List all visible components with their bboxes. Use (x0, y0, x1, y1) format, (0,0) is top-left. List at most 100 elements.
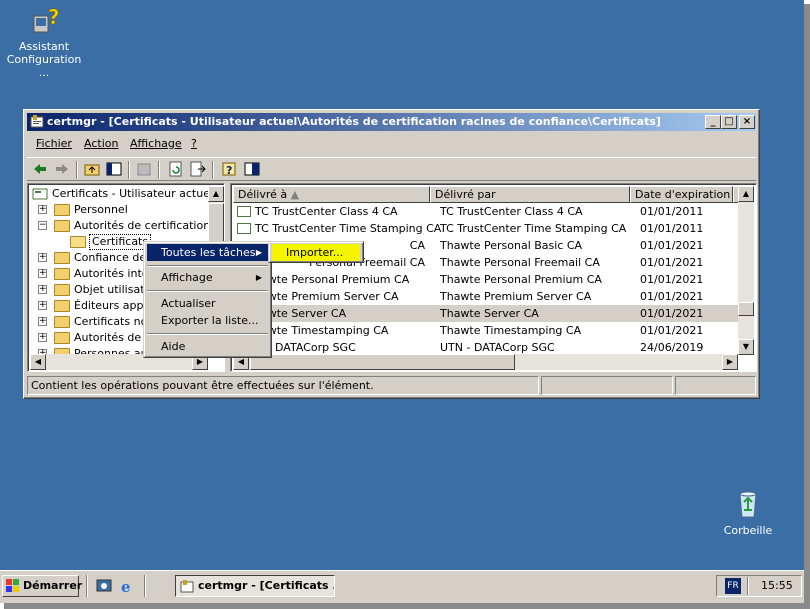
maximize-button[interactable]: □ (721, 115, 737, 129)
expand-plus-icon[interactable]: + (38, 269, 47, 278)
list-horizontal-scrollbar[interactable]: ◀ ▶ (233, 354, 738, 370)
menu-item-importer[interactable]: Importer... (272, 244, 360, 261)
window-titlebar[interactable]: certmgr - [Certificats - Utilisateur act… (27, 113, 756, 131)
folder-icon (54, 204, 70, 216)
tree-item-autorites-racines[interactable]: − Autorités de certification raci (38, 218, 224, 234)
minimize-button[interactable]: _ (705, 115, 721, 129)
language-indicator[interactable]: FR (725, 578, 741, 594)
menu-item-actualiser[interactable]: Actualiser (147, 295, 268, 312)
submenu: Importer... (268, 241, 364, 263)
system-tray: FR 15:55 (716, 575, 802, 597)
menu-help[interactable]: ? (191, 137, 197, 150)
menu-item-toutes-les-taches[interactable]: Toutes les tâches ▶ (147, 244, 268, 261)
folder-icon (54, 332, 70, 344)
menu-item-exporter-liste[interactable]: Exporter la liste... (147, 312, 268, 329)
expand-plus-icon[interactable]: + (38, 253, 47, 262)
desktop-icon-assistant[interactable]: ? Assistant Configuration ... (2, 4, 86, 79)
desktop-quicklaunch-icon[interactable] (96, 578, 112, 594)
table-row[interactable]: awte Personal Premium CA Thawte Personal … (233, 271, 733, 288)
menu-item-affichage[interactable]: Affichage ▶ (147, 269, 268, 286)
toolbar-separator (128, 161, 130, 179)
column-header-delivre-a[interactable]: Délivré à ▲ (233, 186, 430, 203)
menu-affichage[interactable]: Affichage (130, 137, 182, 150)
export-list-icon[interactable] (189, 161, 207, 177)
certmgr-window: certmgr - [Certificats - Utilisateur act… (23, 109, 760, 399)
toolbar-separator (76, 161, 78, 179)
scroll-down-button[interactable]: ▼ (738, 339, 754, 355)
desktop-icon-recycle[interactable]: Corbeille (718, 488, 778, 537)
scroll-right-button[interactable]: ▶ (722, 354, 738, 370)
status-panel (675, 376, 756, 395)
close-button[interactable]: × (739, 115, 755, 129)
desktop-icon-label: Assistant Configuration ... (6, 40, 82, 79)
screen-shadow (804, 4, 810, 609)
tree-item-personnel[interactable]: + Personnel (38, 202, 224, 218)
submenu-arrow-icon: ▶ (255, 248, 262, 257)
expand-plus-icon[interactable]: + (38, 205, 47, 214)
windows-logo-icon (6, 579, 19, 592)
taskbar-separator (86, 575, 88, 597)
start-button[interactable]: Démarrer (2, 575, 82, 597)
column-header-date-expiration[interactable]: Date d'expiration (630, 186, 733, 203)
sort-ascending-icon: ▲ (290, 188, 300, 201)
folder-icon (54, 268, 70, 280)
scroll-thumb[interactable] (208, 203, 224, 243)
menu-fichier[interactable]: Fichier (36, 137, 72, 150)
menu-item-aide[interactable]: Aide (147, 338, 268, 355)
scroll-thumb[interactable] (250, 354, 515, 370)
table-row[interactable]: TC TrustCenter Time Stamping CA TC TrustC… (233, 220, 733, 237)
expand-plus-icon[interactable]: + (38, 301, 47, 310)
forward-arrow-icon[interactable] (53, 161, 71, 177)
folder-icon (54, 252, 70, 264)
menu-action[interactable]: Action (84, 137, 118, 150)
table-row[interactable]: awte Timestamping CA Thawte Timestamping … (233, 322, 733, 339)
table-row[interactable]: TC TrustCenter Class 4 CA TC TrustCenter … (233, 203, 733, 220)
context-menu: Toutes les tâches ▶ Affichage ▶ Actualiser… (143, 241, 272, 358)
help-icon[interactable]: ? (221, 161, 239, 177)
clock: 15:55 (761, 579, 793, 592)
folder-icon (54, 220, 70, 232)
table-row[interactable]: awte Premium Server CA Thawte Premium Ser… (233, 288, 733, 305)
back-arrow-icon[interactable] (31, 161, 49, 177)
status-panel (541, 376, 673, 395)
desktop: ? Assistant Configuration ... Corbeille … (0, 0, 804, 570)
expand-plus-icon[interactable]: + (38, 285, 47, 294)
toolbar: ? (27, 157, 756, 181)
menubar: Fichier Action Affichage ? (27, 134, 756, 154)
scroll-up-button[interactable]: ▲ (738, 186, 754, 202)
collapse-minus-icon[interactable]: − (38, 221, 47, 230)
svg-text:e: e (121, 578, 131, 594)
screen-shadow (4, 603, 810, 609)
submenu-arrow-icon: ▶ (255, 273, 262, 282)
assistant-configuration-icon: ? (28, 4, 60, 36)
folder-icon (54, 300, 70, 312)
status-text: Contient les opérations pouvant être eff… (27, 376, 539, 395)
refresh-icon[interactable] (167, 161, 185, 177)
menu-separator (147, 290, 268, 292)
internet-explorer-icon[interactable]: e (120, 578, 136, 596)
toolbar-separator (158, 161, 160, 179)
list-vertical-scrollbar[interactable]: ▲ ▼ (738, 186, 754, 355)
tree-root-label: Certificats - Utilisateur actuel (52, 187, 214, 200)
scroll-up-button[interactable]: ▲ (208, 186, 224, 202)
menu-separator (147, 333, 268, 335)
desktop-icon-label: Corbeille (723, 524, 773, 537)
expand-plus-icon[interactable]: + (38, 333, 47, 342)
expand-plus-icon[interactable]: + (38, 317, 47, 326)
certificate-icon (237, 223, 251, 234)
certmgr-app-icon (180, 580, 194, 593)
tray-separator (747, 577, 749, 595)
certificate-store-icon (32, 188, 48, 200)
up-folder-icon[interactable] (83, 161, 101, 177)
scroll-thumb[interactable] (738, 302, 754, 316)
taskbar: Démarrer e certmgr - [Certificats ... FR… (0, 570, 804, 603)
delete-icon[interactable] (135, 161, 153, 177)
show-tree-icon[interactable] (105, 161, 123, 177)
taskbar-button-certmgr[interactable]: certmgr - [Certificats ... (175, 575, 335, 597)
svg-text:?: ? (48, 5, 60, 29)
properties-icon[interactable] (243, 161, 261, 177)
table-row-selected[interactable]: awte Server CA Thawte Server CA 01/01/2021 (233, 305, 738, 322)
toolbar-separator (212, 161, 214, 179)
column-header-delivre-par[interactable]: Délivré par (430, 186, 630, 203)
scroll-left-button[interactable]: ◀ (30, 354, 46, 370)
